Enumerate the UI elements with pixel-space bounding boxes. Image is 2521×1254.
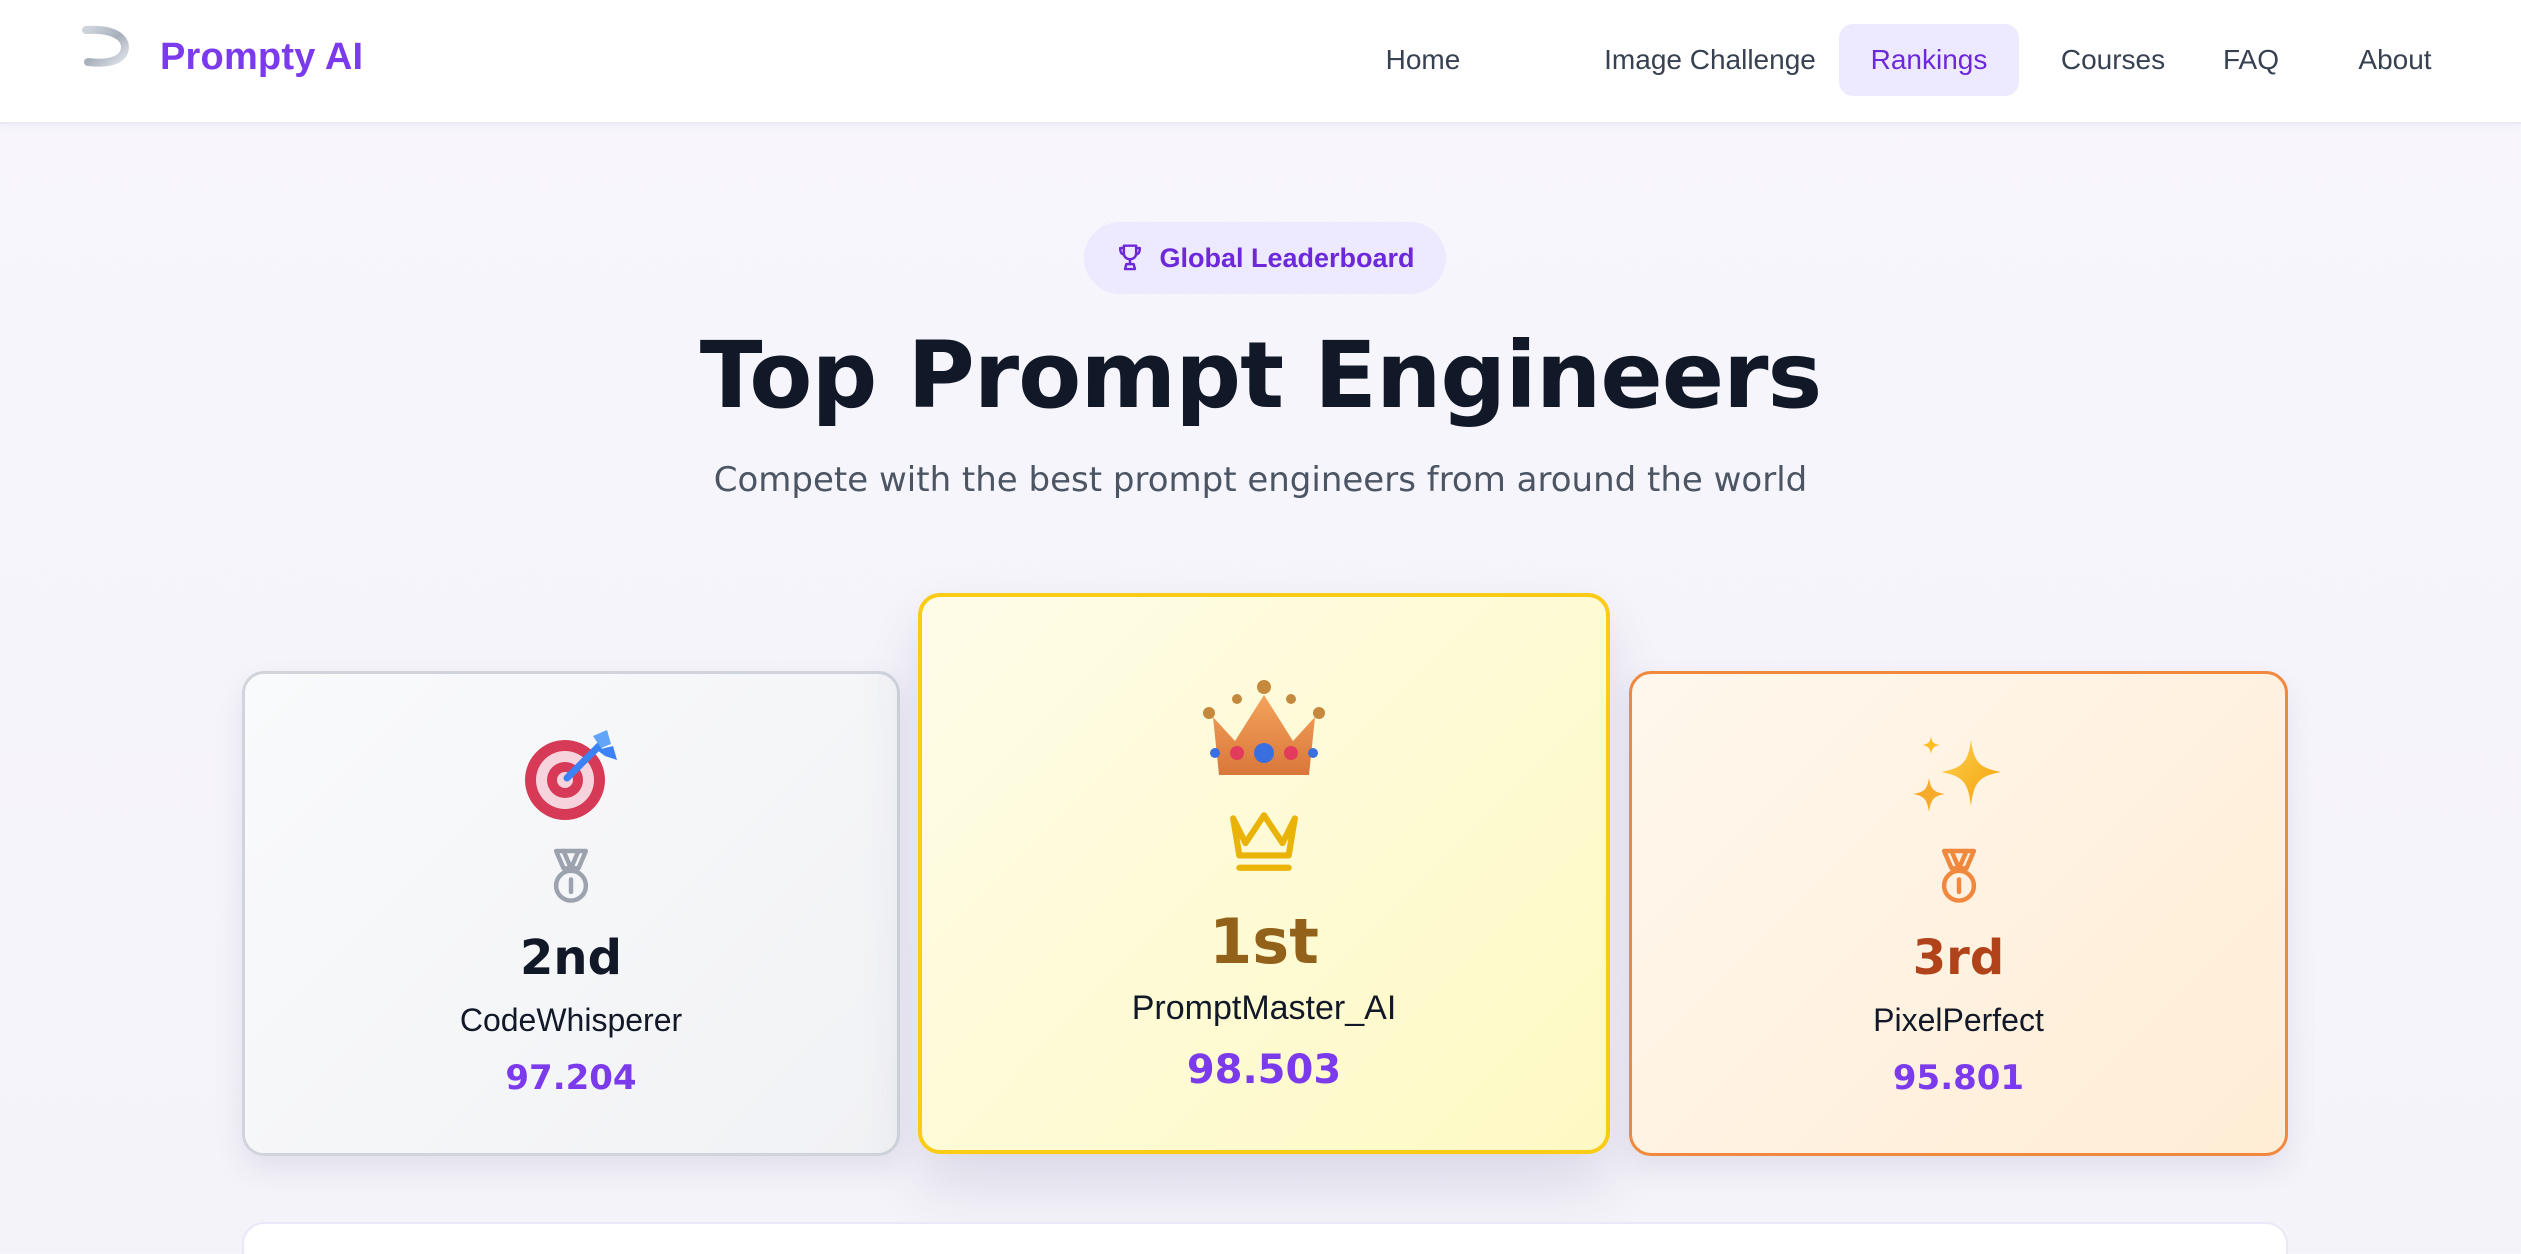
podium-card-second[interactable]: 2nd CodeWhisperer 97.204 (242, 671, 900, 1156)
medal-icon (553, 848, 589, 903)
trophy-icon (1119, 244, 1142, 271)
player-name[interactable]: PromptMaster_AI (922, 989, 1606, 1028)
leaderboard-badge: Global Leaderboard (1084, 222, 1446, 294)
nav-home[interactable]: Home (1347, 24, 1499, 96)
logo-icon[interactable] (80, 24, 130, 98)
target-icon (525, 730, 617, 820)
podium-card-first[interactable]: 1st PromptMaster_AI 98.503 (918, 593, 1610, 1154)
page-title: Top Prompt Engineers (699, 322, 1823, 429)
player-name[interactable]: PixelPerfect (1632, 1002, 2285, 1039)
crown-emoji-icon (1203, 680, 1325, 775)
podium-card-third[interactable]: 3rd PixelPerfect 95.801 (1629, 671, 2288, 1156)
navbar: Prompty AI Home Image Challenge Rankings… (0, 0, 2521, 124)
nav-rankings[interactable]: Rankings (1839, 24, 2019, 96)
crown-icon (1230, 812, 1298, 871)
player-score: 97.204 (505, 1058, 637, 1098)
nav-image-challenge[interactable]: Image Challenge (1569, 24, 1851, 96)
player-score: 95.801 (1892, 1058, 2025, 1098)
leaderboard-table (242, 1222, 2288, 1254)
rank-label: 3rd (1912, 930, 2005, 986)
rank-label: 1st (1209, 905, 1319, 978)
brand-name[interactable]: Prompty AI (160, 36, 363, 79)
page-subtitle: Compete with the best prompt engineers f… (713, 460, 1808, 500)
badge-label: Global Leaderboard (1159, 242, 1415, 273)
nav-about[interactable]: About (2327, 24, 2463, 96)
medal-icon (1941, 848, 1976, 903)
nav-faq[interactable]: FAQ (2207, 24, 2295, 96)
rank-label: 2nd (520, 930, 622, 986)
nav-courses[interactable]: Courses (2031, 24, 2195, 96)
player-score: 98.503 (1186, 1047, 1342, 1093)
sparkles-icon (1912, 736, 2001, 812)
player-name[interactable]: CodeWhisperer (245, 1002, 897, 1039)
